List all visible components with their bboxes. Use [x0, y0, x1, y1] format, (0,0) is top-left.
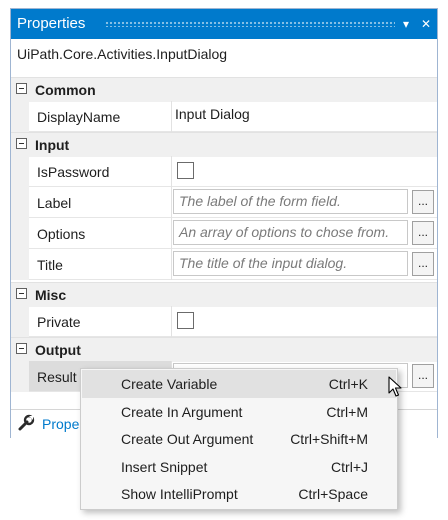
property-row-label: Label The label of the form field. ... [11, 187, 437, 218]
dropdown-arrow-icon[interactable]: ▾ [397, 9, 415, 39]
menu-item-create-variable[interactable]: Create Variable Ctrl+K [82, 370, 396, 398]
menu-item-label: Show IntelliPrompt [121, 486, 238, 502]
category-label: Output [35, 342, 81, 358]
property-name: Result [37, 369, 77, 385]
title-ellipsis-button[interactable]: ... [412, 252, 434, 276]
menu-item-insert-snippet[interactable]: Insert Snippet Ctrl+J [82, 453, 396, 481]
private-checkbox[interactable] [177, 312, 194, 329]
property-row-private: Private [11, 306, 437, 337]
mouse-cursor-icon [388, 376, 402, 397]
ispassword-checkbox[interactable] [177, 162, 194, 179]
menu-item-create-in-argument[interactable]: Create In Argument Ctrl+M [82, 398, 396, 426]
category-label: Common [35, 82, 96, 98]
property-row-displayname[interactable]: DisplayName Input Dialog [11, 101, 437, 132]
menu-item-shortcut: Ctrl+M [326, 404, 368, 420]
panel-title: Properties [17, 15, 86, 32]
menu-item-label: Create Variable [121, 376, 218, 392]
property-name: IsPassword [37, 164, 110, 180]
menu-item-label: Create Out Argument [121, 431, 254, 447]
property-name: DisplayName [37, 109, 121, 125]
label-ellipsis-button[interactable]: ... [412, 190, 434, 214]
options-input[interactable]: An array of options to chose from. [173, 220, 408, 245]
collapse-icon[interactable] [16, 83, 27, 94]
menu-item-shortcut: Ctrl+J [331, 459, 368, 475]
titlebar-grip [105, 21, 395, 27]
property-row-title: Title The title of the input dialog. ... [11, 249, 437, 280]
category-label: Misc [35, 287, 67, 303]
collapse-icon[interactable] [16, 343, 27, 354]
category-input[interactable]: Input [11, 132, 437, 157]
property-row-options: Options An array of options to chose fro… [11, 218, 437, 249]
result-ellipsis-button[interactable]: ... [412, 364, 434, 388]
close-icon[interactable]: ✕ [417, 9, 435, 39]
category-misc[interactable]: Misc [11, 282, 437, 307]
property-name: Label [37, 195, 72, 211]
menu-item-show-intelliprompt[interactable]: Show IntelliPrompt Ctrl+Space [82, 480, 396, 508]
wrench-icon [18, 414, 35, 431]
selected-type-name: UiPath.Core.Activities.InputDialog [17, 46, 228, 62]
menu-item-label: Insert Snippet [121, 459, 208, 475]
property-name: Title [37, 257, 63, 273]
menu-item-shortcut: Ctrl+Shift+M [290, 431, 368, 447]
collapse-icon[interactable] [16, 138, 27, 149]
collapse-icon[interactable] [16, 288, 27, 299]
menu-item-shortcut: Ctrl+K [328, 376, 368, 392]
category-label: Input [35, 137, 70, 153]
context-menu: Create Variable Ctrl+K Create In Argumen… [80, 368, 398, 510]
category-output[interactable]: Output [11, 337, 437, 362]
menu-item-label: Create In Argument [121, 404, 243, 420]
property-name: Options [37, 226, 86, 242]
category-common[interactable]: Common [11, 77, 437, 102]
panel-titlebar[interactable]: Properties ▾ ✕ [11, 9, 437, 39]
properties-tab[interactable]: Prope [42, 416, 79, 432]
label-input[interactable]: The label of the form field. [173, 189, 408, 214]
menu-item-shortcut: Ctrl+Space [298, 486, 368, 502]
title-input[interactable]: The title of the input dialog. [173, 251, 408, 276]
menu-item-create-out-argument[interactable]: Create Out Argument Ctrl+Shift+M [82, 425, 396, 453]
property-name: Private [37, 314, 81, 330]
displayname-value[interactable]: Input Dialog [175, 106, 250, 122]
options-ellipsis-button[interactable]: ... [412, 221, 434, 245]
property-row-ispassword: IsPassword [11, 156, 437, 187]
